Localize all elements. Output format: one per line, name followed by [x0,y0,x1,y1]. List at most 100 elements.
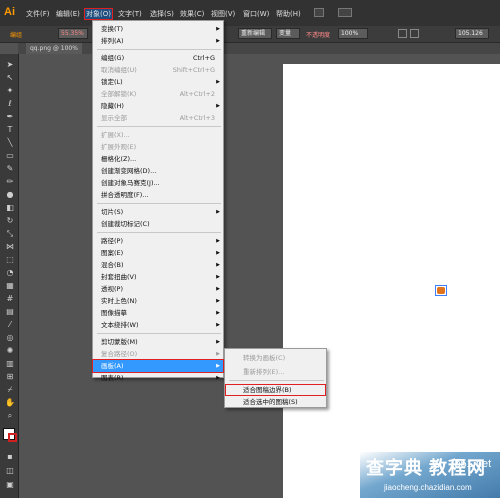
menu-file[interactable]: 文件(F) [26,9,50,19]
style-dropdown[interactable]: 重新编辑 [238,28,272,39]
menu-item-label: 图案(E) [101,249,124,257]
menu-edit[interactable]: 编辑(E) [56,9,80,19]
direct-selection-tool-icon[interactable]: ↖ [5,73,15,82]
bridge-icon[interactable] [314,8,324,17]
artboard-submenu-item[interactable]: 适合图稿边界(B) [225,384,326,396]
object-menu-item[interactable]: 文本绕排(W) ▶ [93,319,223,331]
eyedropper-icon[interactable]: ⁄ [5,320,15,329]
object-menu-item: 扩展(X)... [93,129,223,141]
type-tool-icon[interactable]: T [5,125,15,134]
eraser-icon[interactable]: ◧ [5,203,15,212]
menu-item-label: 剪切蒙版(M) [101,338,138,346]
menu-item-label: 画板(A) [101,362,124,370]
width-field[interactable]: 105.126 [455,28,489,39]
artboard-tool-icon[interactable]: ⊞ [5,372,15,381]
object-menu-item[interactable]: 路径(P) ▶ [93,235,223,247]
object-menu-item[interactable]: 创建对象马赛克(J)... [93,177,223,189]
color-mode-icon[interactable]: ▪ [5,452,15,461]
submenu-arrow-icon: ▶ [216,103,220,109]
object-menu-item[interactable]: 创建裁切标记(C) [93,218,223,230]
align-icon[interactable] [398,29,407,38]
menu-item-shortcut: Alt+Ctrl+3 [179,114,215,122]
object-menu-item[interactable]: 锁定(L) ▶ [93,76,223,88]
menu-effect[interactable]: 效果(C) [180,9,204,19]
blend-tool-icon[interactable]: ◎ [5,333,15,342]
submenu-arrow-icon: ▶ [216,79,220,85]
menu-type[interactable]: 文字(T) [118,9,142,19]
menu-item-label: 扩展(X)... [101,131,130,139]
object-menu-item[interactable]: 透视(P) ▶ [93,283,223,295]
pen-tool-icon[interactable]: ✒ [5,112,15,121]
menu-item-label: 重新排列(E)... [243,368,285,376]
object-menu-item[interactable]: 拼合透明度(F)... [93,189,223,201]
symbol-sprayer-icon[interactable]: ✺ [5,346,15,355]
menu-object[interactable]: 对象(O) [84,8,113,20]
submenu-arrow-icon: ▶ [216,339,220,345]
menu-help[interactable]: 帮助(H) [276,9,301,19]
menu-item-label: 适合图稿边界(B) [243,386,292,394]
object-menu-item[interactable]: 变换(T) ▶ [93,23,223,35]
rectangle-tool-icon[interactable]: ▭ [5,151,15,160]
object-menu-item[interactable]: 封套扭曲(V) ▶ [93,271,223,283]
blob-brush-icon[interactable]: ● [5,190,15,199]
mesh-tool-icon[interactable]: # [5,294,15,303]
arrange-documents-icon[interactable] [338,8,352,17]
app-logo: Ai [4,6,15,18]
width-tool-icon[interactable]: ⋈ [5,242,15,251]
object-menu-item[interactable]: 实时上色(N) ▶ [93,295,223,307]
opacity-left-field[interactable]: 55.35% [58,28,88,39]
shape-builder-icon[interactable]: ◔ [5,268,15,277]
rotate-tool-icon[interactable]: ↻ [5,216,15,225]
free-transform-icon[interactable]: ⬚ [5,255,15,264]
object-menu-item[interactable]: 排列(A) ▶ [93,35,223,47]
scale-tool-icon[interactable]: ⤡ [5,229,15,238]
menu-window[interactable]: 窗口(W) [243,9,269,19]
document-tab[interactable]: qq.png @ 100% [26,43,82,54]
artboard[interactable] [283,64,500,498]
qq-image[interactable] [437,287,445,294]
object-menu-item[interactable]: 混合(B) ▶ [93,259,223,271]
paintbrush-icon[interactable]: ✎ [5,164,15,173]
draw-mode-icon[interactable]: ◫ [5,466,15,475]
object-menu-item[interactable]: 编组(G) Ctrl+G [93,52,223,64]
selection-tool-icon[interactable]: ➤ [5,60,15,69]
object-menu-item[interactable]: 图像描摹 ▶ [93,307,223,319]
lasso-icon[interactable]: ℓ [5,99,15,108]
object-menu-item[interactable]: 画板(A) ▶ [92,359,224,373]
menu-item-label: 实时上色(N) [101,297,137,305]
pencil-icon[interactable]: ✏ [5,177,15,186]
stroke-swatch[interactable] [8,433,17,442]
perspective-grid-icon[interactable]: ▦ [5,281,15,290]
zoom-tool-icon[interactable]: ⌕ [5,411,15,420]
object-menu-item[interactable]: 图表(R) ▶ [93,372,223,384]
variable-button[interactable]: 变量 [276,28,300,39]
hand-tool-icon[interactable]: ✋ [5,398,15,407]
line-tool-icon[interactable]: ╲ [5,138,15,147]
menu-item-label: 创建渐变网格(D)... [101,167,157,175]
magic-wand-icon[interactable]: ✦ [5,86,15,95]
submenu-arrow-icon: ▶ [216,322,220,328]
object-menu-item[interactable]: 切片(S) ▶ [93,206,223,218]
object-menu-item[interactable]: 隐藏(H) ▶ [93,100,223,112]
opacity-field[interactable]: 100% [338,28,368,39]
object-menu-item[interactable]: 创建渐变网格(D)... [93,165,223,177]
column-graph-icon[interactable]: ▥ [5,359,15,368]
object-menu-item[interactable]: 剪切蒙版(M) ▶ [93,336,223,348]
selection-type-label: 编组 [10,32,23,39]
slice-tool-icon[interactable]: ⌿ [5,385,15,394]
menu-separator [97,126,221,127]
submenu-arrow-icon: ▶ [216,262,220,268]
object-menu-item[interactable]: 图案(E) ▶ [93,247,223,259]
menu-item-label: 拼合透明度(F)... [101,191,149,199]
object-menu-item[interactable]: 栅格化(Z)... [93,153,223,165]
artboard-submenu-item[interactable]: 适合选中的图稿(S) [225,396,326,408]
submenu-arrow-icon: ▶ [216,209,220,215]
opacity-label: 不透明度 [306,32,331,39]
screen-mode-icon[interactable]: ▣ [5,480,15,489]
transform-icon[interactable] [410,29,419,38]
watermark-site: jb51.net [452,458,492,470]
gradient-tool-icon[interactable]: ▤ [5,307,15,316]
menu-view[interactable]: 视图(V) [211,9,235,19]
menu-item-label: 转换为画板(C) [243,354,286,362]
menu-select[interactable]: 选择(S) [150,9,174,19]
